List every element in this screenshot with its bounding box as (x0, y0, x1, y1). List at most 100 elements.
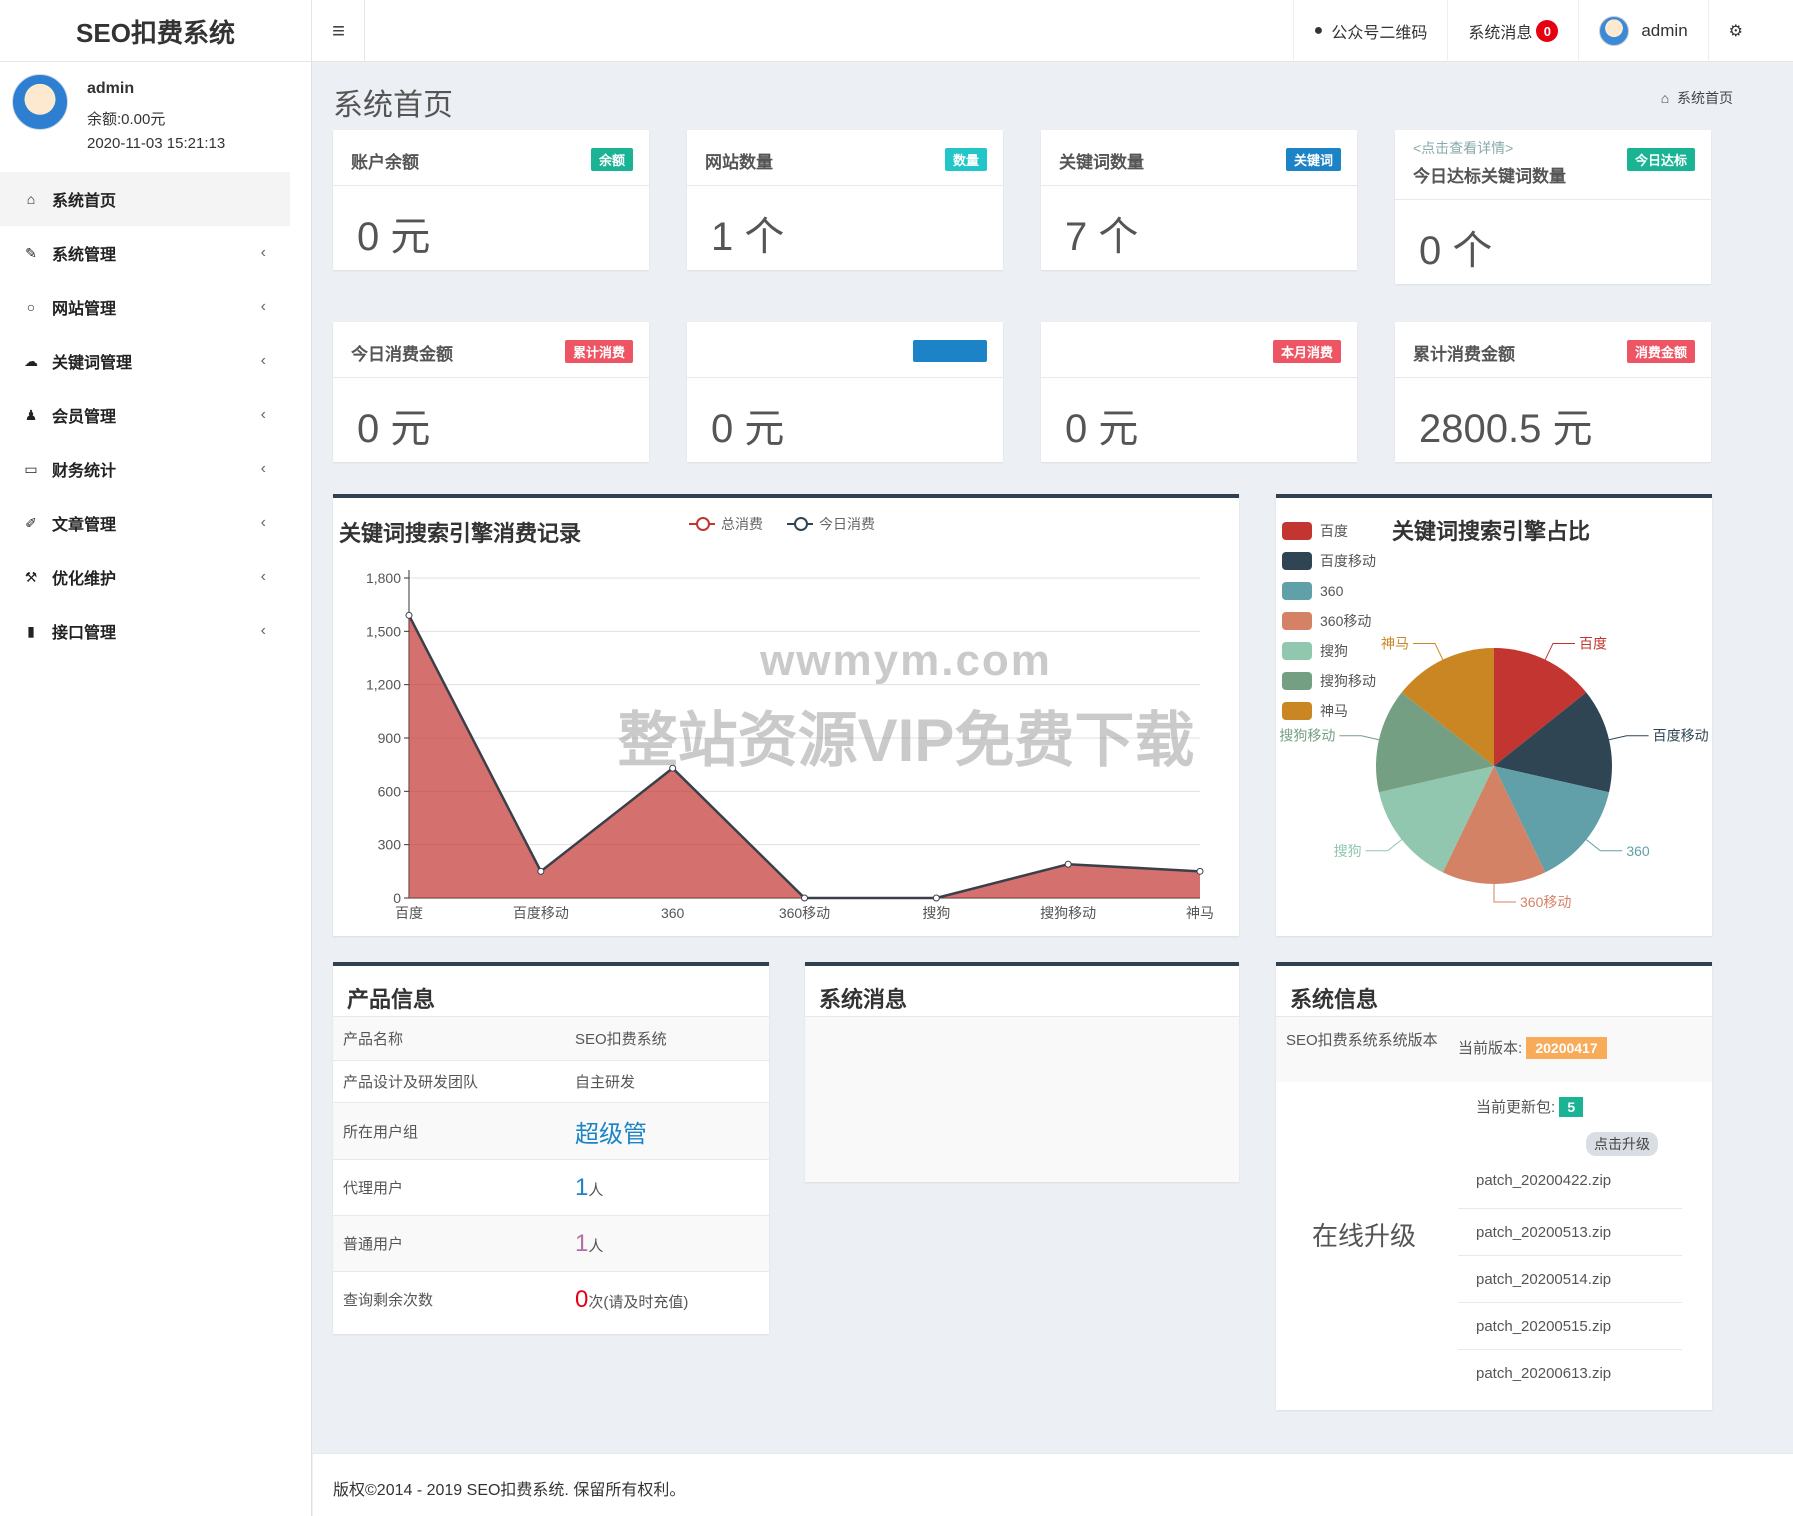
chevron-left-icon: ‹ (260, 622, 266, 639)
status-badge (913, 340, 987, 362)
header-nav: ● 公众号二维码 系统消息 0 admin ⚙ (1292, 0, 1763, 62)
patch-list: patch_20200422.zip patch_20200513.zip pa… (1458, 1162, 1682, 1397)
online-upgrade-label: 在线升级 (1312, 1221, 1417, 1251)
status-badge: 今日达标 (1626, 148, 1695, 171)
data-point (405, 611, 413, 619)
wechat-icon: ● (1313, 22, 1324, 39)
list-item[interactable]: patch_20200422.zip (1458, 1162, 1682, 1209)
y-tick-label: 0 (393, 890, 401, 906)
sidebar-item-members[interactable]: ♟ 会员管理 ‹ (0, 388, 290, 442)
view-details-link[interactable]: <点击查看详情> (1413, 138, 1513, 158)
y-tick-label: 900 (378, 730, 402, 746)
pie-slice-label: 搜狗移动 (1279, 728, 1335, 744)
engine-share-panel: 关键词搜索引擎占比 百度 百度移动 360 360移动 搜狗 搜狗移动 神马 百度 百度移动 3… (1276, 494, 1712, 936)
sidebar-item-api[interactable]: ▮ 接口管理 ‹ (0, 604, 290, 658)
y-tick-label: 1,800 (366, 570, 401, 586)
stat-value: 2800.5 元 (1419, 407, 1593, 451)
stat-value: 0 元 (1065, 407, 1139, 451)
status-badge: 本月消费 (1272, 340, 1341, 363)
page-title: 系统首页 (333, 89, 453, 122)
home-icon: ⌂ (1660, 90, 1670, 106)
pie-label-line (1339, 735, 1380, 741)
table-row: 所在用户组 超级管 (333, 1102, 769, 1160)
system-messages-panel: 系统消息 (805, 962, 1239, 1182)
system-messages-link[interactable]: 系统消息 0 (1447, 0, 1578, 62)
user-panel: admin 余额:0.00元 2020-11-03 15:21:13 (0, 62, 312, 172)
pie-label-line (1365, 839, 1403, 852)
chevron-left-icon: ‹ (260, 298, 266, 315)
sidebar-item-sites[interactable]: ○ 网站管理 ‹ (0, 280, 290, 334)
sidebar-item-maintenance[interactable]: ⚒ 优化维护 ‹ (0, 550, 290, 604)
breadcrumb[interactable]: ⌂ 系统首页 (1661, 88, 1733, 108)
pie-label-line (1585, 839, 1623, 852)
product-info-table: 产品名称 SEO扣费系统 产品设计及研发团队 自主研发 所在用户组 超级管 代理… (333, 1016, 769, 1328)
copyright: 版权©2014 - 2019 SEO扣费系统. 保留所有权利。 (333, 1482, 686, 1499)
user-balance: 余额:0.00元 (87, 111, 166, 128)
messages-list (805, 1016, 1239, 1182)
status-badge: 累计消费 (564, 340, 633, 363)
pie-slice-label: 神马 (1381, 635, 1409, 651)
table-row: 产品名称 SEO扣费系统 (333, 1016, 769, 1061)
data-point (801, 894, 808, 902)
y-tick-label: 1,200 (366, 677, 401, 693)
upgrade-button[interactable]: 点击升级 (1586, 1132, 1658, 1156)
sidebar-item-articles[interactable]: ✐ 文章管理 ‹ (0, 496, 290, 550)
stat-card-balance: 账户余额 余额 0 元 (333, 130, 649, 270)
series-area-total (409, 615, 1200, 898)
chevron-left-icon: ‹ (260, 568, 266, 585)
app-logo[interactable]: SEO扣费系统 (0, 0, 312, 62)
version-row: SEO扣费系统系统版本 当前版本: 20200417 (1276, 1016, 1712, 1082)
stat-card-keywords: 关键词数量 关键词 7 个 (1041, 130, 1357, 270)
panel-title: 系统信息 (1290, 987, 1379, 1012)
table-row: 普通用户 1人 (333, 1215, 769, 1272)
user-menu[interactable]: admin (1578, 0, 1707, 62)
sidebar-item-system[interactable]: ✎ 系统管理 ‹ (0, 226, 290, 280)
x-tick-label: 搜狗 (922, 905, 950, 921)
home-icon: ⌂ (26, 191, 36, 207)
wrench-icon: ✎ (25, 244, 37, 261)
pie-chart: 百度百度移动 360 360移动 搜狗 搜狗移动 神马 (1279, 635, 1709, 910)
edit-icon: ✐ (25, 514, 37, 531)
settings-button[interactable]: ⚙ (1707, 0, 1763, 62)
status-badge: 数量 (944, 148, 987, 171)
top-header: SEO扣费系统 ≡ ● 公众号二维码 系统消息 0 admin ⚙ (0, 0, 1793, 62)
version-badge: 20200417 (1526, 1037, 1607, 1059)
sidebar-menu: ⌂ 系统首页 ✎ 系统管理 ‹ ○ 网站管理 ‹ ☁ 关键词管理 ‹ ♟ 会员管… (0, 172, 290, 658)
area-chart: 0 300 600 900 1,200 1,500 1,800 百度 百度移动 360 360移动 搜… (366, 570, 1214, 921)
status-badge: 消费金额 (1626, 340, 1695, 363)
update-count-badge: 5 (1559, 1097, 1584, 1117)
sidebar-toggle-button[interactable]: ≡ (313, 0, 365, 62)
list-item[interactable]: patch_20200514.zip (1458, 1256, 1682, 1303)
sidebar-item-keywords[interactable]: ☁ 关键词管理 ‹ (0, 334, 290, 388)
data-point (669, 764, 677, 772)
chevron-left-icon: ‹ (260, 244, 266, 261)
wechat-qr-link[interactable]: ● 公众号二维码 (1292, 0, 1448, 62)
table-row: 查询剩余次数 0次(请及时充值) (333, 1271, 769, 1328)
x-tick-label: 百度移动 (513, 905, 569, 921)
table-row: 代理用户 1人 (333, 1159, 769, 1216)
list-item[interactable]: patch_20200513.zip (1458, 1209, 1682, 1256)
chevron-left-icon: ‹ (260, 352, 266, 369)
login-time: 2020-11-03 15:21:13 (87, 135, 226, 152)
sidebar-item-home[interactable]: ⌂ 系统首页 (0, 172, 290, 226)
list-item[interactable]: patch_20200515.zip (1458, 1303, 1682, 1350)
pie-label-line (1544, 642, 1576, 660)
panel-title: 产品信息 (347, 987, 436, 1012)
stat-value: 0 个 (1419, 229, 1493, 273)
messages-count-badge: 0 (1536, 20, 1559, 42)
list-item[interactable]: patch_20200613.zip (1458, 1350, 1682, 1397)
pie-slice-label: 百度移动 (1653, 728, 1709, 744)
x-tick-label: 360 (661, 905, 685, 921)
circle-icon: ○ (26, 299, 36, 315)
sidebar-item-finance[interactable]: ▭ 财务统计 ‹ (0, 442, 290, 496)
book-icon: ▮ (27, 622, 35, 639)
product-info-panel: 产品信息 产品名称 SEO扣费系统 产品设计及研发团队 自主研发 所在用户组 超… (333, 962, 769, 1334)
stat-value: 0 元 (357, 215, 431, 259)
chevron-left-icon: ‹ (260, 514, 266, 531)
stat-value: 0 元 (711, 407, 785, 451)
data-point (537, 867, 545, 875)
table-row: 产品设计及研发团队 自主研发 (333, 1060, 769, 1103)
stat-value: 0 元 (357, 407, 431, 451)
hammer-icon: ⚒ (24, 568, 38, 585)
pie-slice-label: 360 (1626, 843, 1650, 859)
